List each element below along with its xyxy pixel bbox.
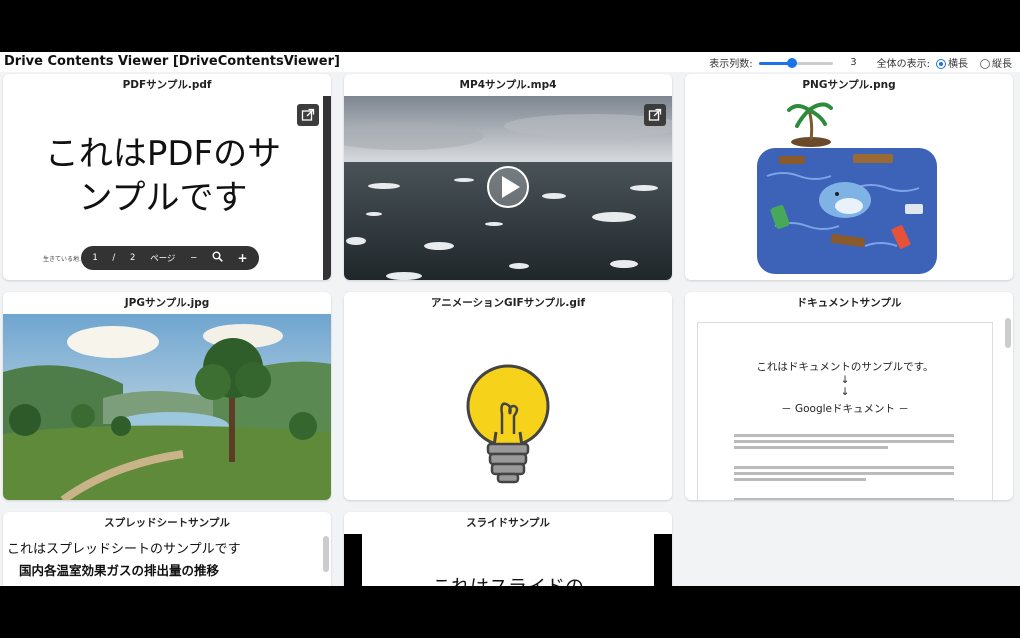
pdf-heading: これはPDFのサ ンプルです [3, 132, 323, 220]
card-pdf[interactable]: PDFサンプル.pdf これはPDFのサ ンプルです 生きている地… 1 / 2… [3, 74, 331, 280]
ocean-pollution-illustration [757, 102, 937, 274]
doc-page: これはドキュメントのサンプルです。 ↓ ↓ － Googleドキュメント － [697, 322, 993, 500]
card-title: アニメーションGIFサンプル.gif [430, 297, 586, 309]
app-root: Drive Contents Viewer [DriveContentsView… [0, 52, 1020, 586]
doc-viewer[interactable]: これはドキュメントのサンプルです。 ↓ ↓ － Googleドキュメント － [685, 314, 1013, 500]
pdf-current-page[interactable]: 1 [92, 253, 97, 263]
view-controls: 表示列数: 3 全体の表示: 横長 縦長 [709, 55, 1012, 70]
layout-vertical-option[interactable]: 縦長 [980, 55, 1012, 70]
sheet-scrollbar[interactable] [323, 536, 329, 572]
slide-viewer[interactable]: これはスライドの [344, 534, 672, 586]
zoom-out-icon[interactable]: − [190, 253, 197, 263]
card-title: PDFサンプル.pdf [122, 79, 212, 91]
doc-arrow-1: ↓ [840, 374, 850, 386]
doc-arrow-2: ↓ [840, 386, 850, 398]
doc-subheading: － Googleドキュメント － [781, 403, 909, 415]
layout-vertical-label: 縦長 [992, 59, 1012, 70]
lightbulb-icon [466, 364, 550, 484]
pdf-heading-line1: これはPDFのサ [44, 134, 282, 174]
card-mp4[interactable]: MP4サンプル.mp4 [344, 74, 672, 280]
doc-heading: これはドキュメントのサンプルです。 [756, 361, 934, 373]
radio-vertical[interactable] [980, 59, 990, 69]
radio-horizontal[interactable] [936, 59, 946, 69]
open-external-icon[interactable] [297, 104, 319, 126]
card-title: ドキュメントサンプル [796, 297, 902, 309]
video-player[interactable] [344, 96, 672, 280]
sheet-line-1: これはスプレッドシートのサンプルです [7, 542, 241, 557]
layout-horizontal-label: 横長 [948, 59, 968, 70]
zoom-icon[interactable] [212, 251, 223, 265]
pdf-toolbar: 1 / 2 ページ − + [81, 246, 259, 270]
card-title: JPGサンプル.jpg [124, 297, 210, 309]
slide-text: これはスライドの [362, 572, 654, 586]
card-sheet[interactable]: スプレッドシートサンプル これはスプレッドシートのサンプルです 国内各温室効果ガ… [3, 512, 331, 586]
card-title: PNGサンプル.png [802, 79, 896, 91]
pdf-scrollbar[interactable] [323, 96, 331, 280]
video-thumbnail [344, 96, 672, 280]
card-png[interactable]: PNGサンプル.png [685, 74, 1013, 280]
gif-image [344, 314, 672, 500]
open-external-icon[interactable] [644, 104, 666, 126]
pdf-heading-line2: ンプルです [78, 178, 248, 218]
jpg-image [3, 314, 331, 500]
pdf-total-pages: 2 [129, 253, 136, 263]
card-doc[interactable]: ドキュメントサンプル これはドキュメントのサンプルです。 ↓ ↓ － Googl… [685, 292, 1013, 500]
layout-horizontal-option[interactable]: 横長 [936, 55, 968, 70]
doc-scrollbar[interactable] [1005, 318, 1011, 348]
doc-body-2 [734, 463, 954, 484]
top-bar: Drive Contents Viewer [DriveContentsView… [0, 52, 1020, 72]
doc-body-3 [734, 495, 954, 500]
pdf-viewer[interactable]: これはPDFのサ ンプルです 生きている地… 1 / 2 ページ − + [3, 96, 331, 280]
pdf-page-mode[interactable]: ページ [150, 252, 175, 264]
columns-slider[interactable] [758, 57, 833, 68]
card-jpg[interactable]: JPGサンプル.jpg [3, 292, 331, 500]
png-image [685, 96, 1013, 280]
columns-label: 表示列数: [709, 59, 753, 70]
card-title: MP4サンプル.mp4 [459, 79, 557, 91]
columns-value: 3 [850, 57, 857, 68]
layout-label: 全体の表示: [876, 59, 930, 70]
doc-body-1 [734, 431, 954, 452]
sheet-viewer[interactable]: これはスプレッドシートのサンプルです 国内各温室効果ガスの排出量の推移 [3, 534, 331, 586]
slider-thumb[interactable] [786, 57, 797, 68]
app-title: Drive Contents Viewer [DriveContentsView… [4, 54, 340, 69]
landscape-photo [3, 314, 331, 500]
card-gif[interactable]: アニメーションGIFサンプル.gif [344, 292, 672, 500]
zoom-in-icon[interactable]: + [238, 251, 248, 265]
card-title: スプレッドシートサンプル [104, 517, 230, 529]
sheet-line-2: 国内各温室効果ガスの排出量の推移 [19, 563, 220, 578]
pdf-page-sep: / [112, 253, 116, 263]
card-title: スライドサンプル [466, 517, 550, 529]
card-slide[interactable]: スライドサンプル これはスライドの [344, 512, 672, 586]
